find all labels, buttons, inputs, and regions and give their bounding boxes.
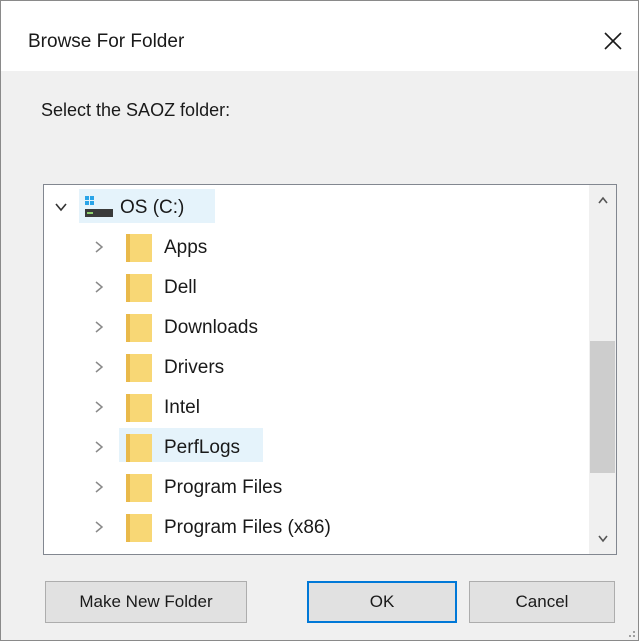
drive-icon bbox=[84, 194, 113, 224]
tree-item-label: Dell bbox=[164, 277, 197, 298]
chevron-right-icon[interactable] bbox=[90, 318, 108, 336]
folder-icon bbox=[126, 432, 152, 462]
cancel-button[interactable]: Cancel bbox=[469, 581, 615, 623]
instruction-text: Select the SAOZ folder: bbox=[41, 100, 231, 120]
folder-icon bbox=[126, 232, 152, 262]
chevron-right-icon[interactable] bbox=[90, 238, 108, 256]
make-new-folder-button[interactable]: Make New Folder bbox=[45, 581, 247, 623]
folder-icon bbox=[126, 472, 152, 502]
tree-item-drivers[interactable]: Drivers bbox=[44, 349, 584, 385]
browse-for-folder-dialog: Browse For Folder Select the SAOZ folder… bbox=[0, 0, 639, 641]
close-icon bbox=[604, 32, 622, 50]
chevron-right-icon[interactable] bbox=[90, 398, 108, 416]
tree-item-program-files[interactable]: Program Files bbox=[44, 469, 584, 505]
tree-item-perflogs[interactable]: PerfLogs bbox=[44, 429, 584, 465]
resize-grip-icon[interactable] bbox=[624, 626, 636, 638]
tree-item-label: Program Files bbox=[164, 477, 283, 498]
folder-icon bbox=[126, 272, 152, 302]
folder-icon bbox=[126, 352, 152, 382]
tree-item-label: OS (C:) bbox=[120, 197, 185, 218]
chevron-right-icon[interactable] bbox=[90, 478, 108, 496]
folder-icon bbox=[126, 312, 152, 342]
scrollbar-thumb[interactable] bbox=[590, 341, 615, 473]
vertical-scrollbar[interactable] bbox=[589, 185, 616, 554]
chevron-right-icon[interactable] bbox=[90, 518, 108, 536]
tree-item-intel[interactable]: Intel bbox=[44, 389, 584, 425]
ok-button[interactable]: OK bbox=[307, 581, 457, 623]
tree-item-apps[interactable]: Apps bbox=[44, 229, 584, 265]
scroll-up-button[interactable] bbox=[589, 185, 616, 215]
tree-item-label: Program Files (x86) bbox=[164, 517, 331, 538]
chevron-up-icon bbox=[597, 196, 608, 204]
close-button[interactable] bbox=[595, 23, 631, 59]
folder-icon bbox=[126, 512, 152, 542]
title-bar: Browse For Folder bbox=[1, 1, 638, 71]
scroll-down-button[interactable] bbox=[589, 524, 616, 554]
dialog-title: Browse For Folder bbox=[28, 31, 185, 52]
folder-tree-view[interactable]: OS (C:) Apps Dell Downloads Drivers Inte bbox=[43, 184, 617, 555]
tree-item-label: Apps bbox=[164, 237, 208, 258]
tree-root-item[interactable]: OS (C:) bbox=[44, 189, 584, 225]
tree-item-label: Drivers bbox=[164, 357, 225, 378]
tree-item-program-files-x86[interactable]: Program Files (x86) bbox=[44, 509, 584, 545]
tree-item-dell[interactable]: Dell bbox=[44, 269, 584, 305]
tree-item-downloads[interactable]: Downloads bbox=[44, 309, 584, 345]
tree-item-label: Downloads bbox=[164, 317, 258, 338]
chevron-down-icon bbox=[597, 535, 608, 543]
folder-icon bbox=[126, 392, 152, 422]
chevron-right-icon[interactable] bbox=[90, 438, 108, 456]
chevron-down-icon[interactable] bbox=[52, 198, 70, 216]
chevron-right-icon[interactable] bbox=[90, 278, 108, 296]
tree-item-label: Intel bbox=[164, 397, 200, 418]
chevron-right-icon[interactable] bbox=[90, 358, 108, 376]
tree-item-label: PerfLogs bbox=[164, 437, 241, 458]
